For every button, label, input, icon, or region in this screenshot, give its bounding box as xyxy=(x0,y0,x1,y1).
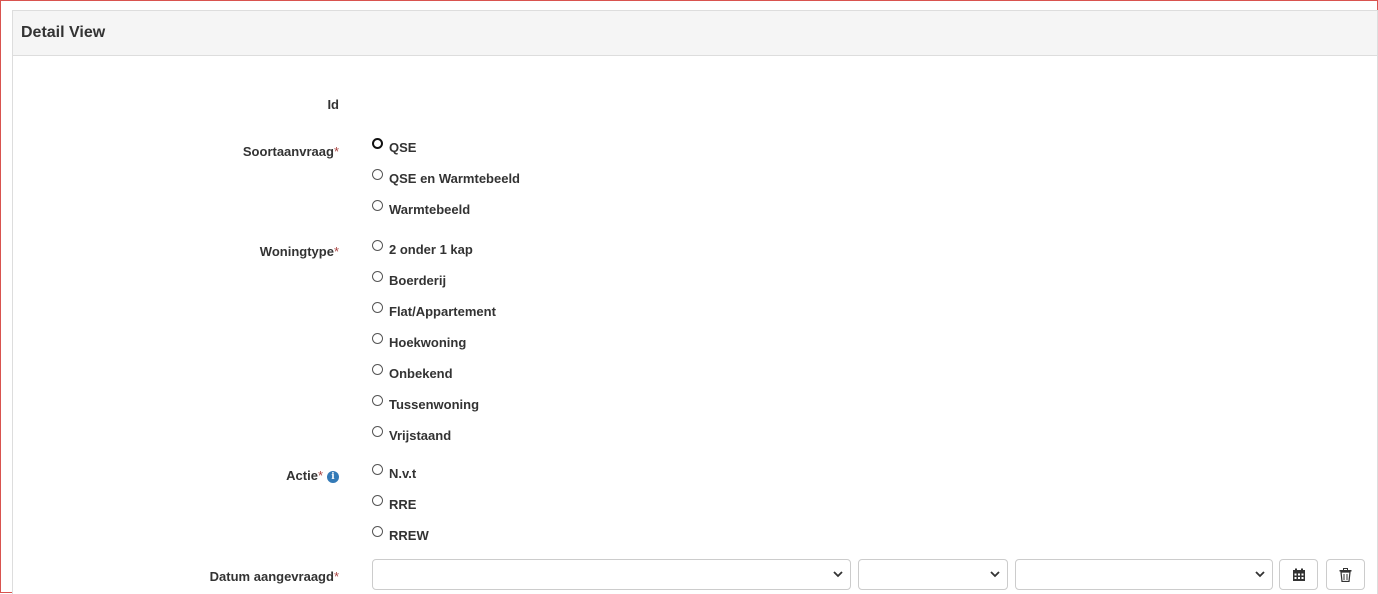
radio-button[interactable] xyxy=(372,169,383,180)
required-marker: * xyxy=(317,468,323,483)
chevron-down-icon xyxy=(990,571,1000,578)
radio-button[interactable] xyxy=(372,395,383,406)
woningtype-label: Woningtype* xyxy=(259,244,339,259)
clear-date-button[interactable] xyxy=(1326,559,1365,590)
radio-button[interactable] xyxy=(372,464,383,475)
radio-option-warmtebeeld[interactable]: Warmtebeeld xyxy=(372,199,520,230)
radio-option-qse[interactable]: QSE xyxy=(372,137,520,168)
radio-option-onbekend[interactable]: Onbekend xyxy=(372,363,496,394)
calendar-button[interactable] xyxy=(1279,559,1318,590)
actie-options: N.v.t RRE RREW xyxy=(372,463,429,556)
radio-button[interactable] xyxy=(372,364,383,375)
radio-button[interactable] xyxy=(372,495,383,506)
soortaanvraag-options: QSE QSE en Warmtebeeld Warmtebeeld xyxy=(372,137,520,230)
detail-view-panel: Detail View Id Soortaanvraag* QSE QSE en… xyxy=(12,10,1378,594)
radio-option-vrijstaand[interactable]: Vrijstaand xyxy=(372,425,496,456)
trash-icon xyxy=(1339,567,1352,582)
id-label: Id xyxy=(327,97,339,112)
radio-option-boerderij[interactable]: Boerderij xyxy=(372,270,496,301)
radio-button[interactable] xyxy=(372,200,383,211)
day-month-select[interactable] xyxy=(372,559,851,590)
required-marker: * xyxy=(333,244,339,259)
radio-button[interactable] xyxy=(372,271,383,282)
radio-button[interactable] xyxy=(372,526,383,537)
radio-option-flat-appartement[interactable]: Flat/Appartement xyxy=(372,301,496,332)
radio-button[interactable] xyxy=(372,426,383,437)
radio-option-rrew[interactable]: RREW xyxy=(372,525,429,556)
actie-label: Actie* i xyxy=(286,468,339,483)
radio-button[interactable] xyxy=(372,240,383,251)
month-select[interactable] xyxy=(858,559,1008,590)
panel-title: Detail View xyxy=(21,24,106,41)
radio-option-qse-en-warmtebeeld[interactable]: QSE en Warmtebeeld xyxy=(372,168,520,199)
chevron-down-icon xyxy=(833,571,843,578)
chevron-down-icon xyxy=(1255,571,1265,578)
woningtype-options: 2 onder 1 kap Boerderij Flat/Appartement… xyxy=(372,239,496,456)
radio-option-2-onder-1-kap[interactable]: 2 onder 1 kap xyxy=(372,239,496,270)
radio-option-rre[interactable]: RRE xyxy=(372,494,429,525)
panel-heading: Detail View xyxy=(13,11,1377,56)
info-circle-icon[interactable]: i xyxy=(327,471,339,483)
radio-button[interactable] xyxy=(372,333,383,344)
soortaanvraag-label: Soortaanvraag* xyxy=(242,144,339,159)
radio-button[interactable] xyxy=(372,138,383,149)
radio-option-tussenwoning[interactable]: Tussenwoning xyxy=(372,394,496,425)
required-marker: * xyxy=(333,144,339,159)
year-select[interactable] xyxy=(1015,559,1273,590)
radio-button[interactable] xyxy=(372,302,383,313)
radio-option-hoekwoning[interactable]: Hoekwoning xyxy=(372,332,496,363)
radio-option-nvt[interactable]: N.v.t xyxy=(372,463,429,494)
calendar-icon xyxy=(1292,568,1305,581)
datum-aangevraagd-controls xyxy=(13,559,1377,590)
